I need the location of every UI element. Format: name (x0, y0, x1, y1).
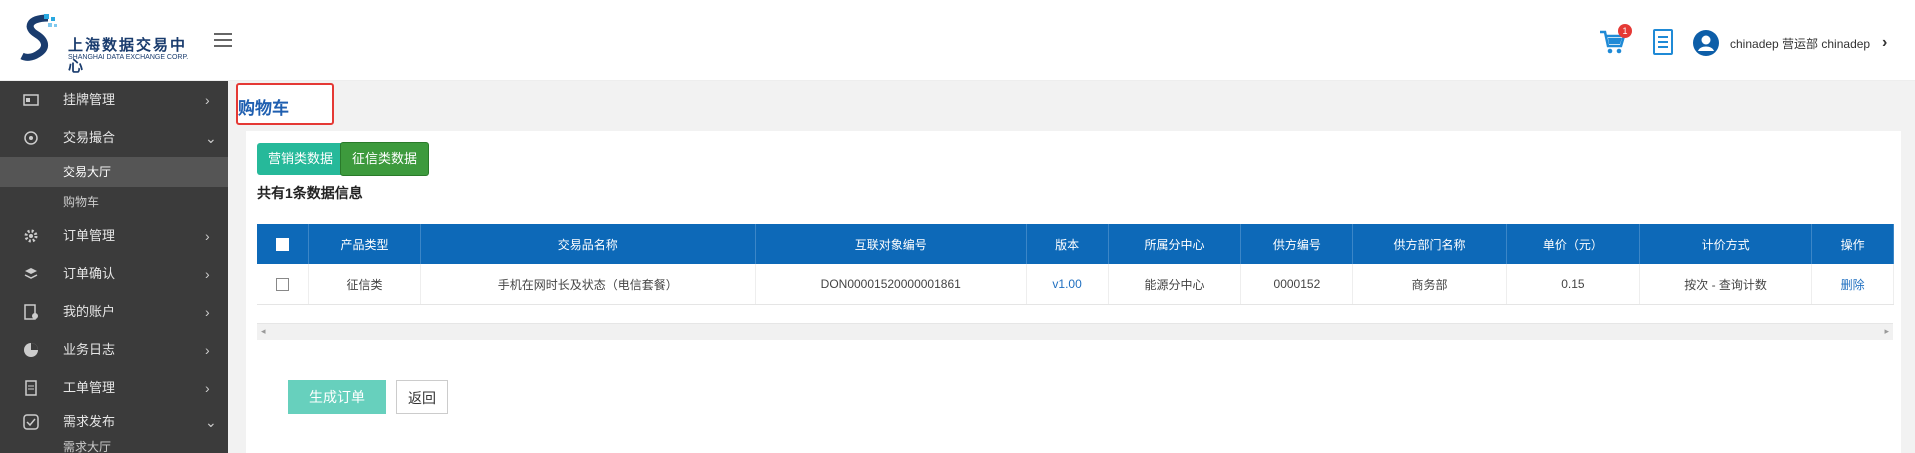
check-icon (23, 414, 39, 430)
scroll-right-icon[interactable]: ▸ (1884, 326, 1889, 337)
chevron-right-icon: › (205, 266, 210, 282)
cell-product-type: 征信类 (308, 264, 421, 305)
cell-unit-price: 0.15 (1506, 264, 1641, 305)
column-header: 计价方式 (1639, 224, 1813, 264)
user-avatar-icon[interactable] (1693, 30, 1719, 56)
cell-pricing-method: 按次 - 查询计数 (1639, 264, 1813, 305)
sidebar-subitem-cart[interactable]: 购物车 (0, 187, 228, 217)
column-header: 操作 (1811, 224, 1894, 264)
sidebar-item-demand[interactable]: 需求发布 ⌄ (0, 407, 228, 437)
logo-text-en: SHANGHAI DATA EXCHANGE CORP. (68, 54, 189, 61)
sidebar-subitem-trade-hall[interactable]: 交易大厅 (0, 157, 228, 187)
column-header: 供方部门名称 (1352, 224, 1507, 264)
column-header: 所属分中心 (1108, 224, 1242, 264)
sidebar: 挂牌管理 › 交易撮合 ⌄ 交易大厅 购物车 订单管理 › 订单确认 › 我的账… (0, 81, 228, 453)
match-icon (24, 131, 38, 145)
chevron-right-icon: › (205, 342, 210, 358)
chevron-down-icon: ⌄ (205, 414, 217, 430)
scroll-left-icon[interactable]: ◂ (261, 326, 266, 337)
category-tabs: 营销类数据 征信类数据 (257, 142, 430, 176)
sidebar-item-listing[interactable]: 挂牌管理 › (0, 81, 228, 119)
sidebar-item-trade[interactable]: 交易撮合 ⌄ (0, 119, 228, 157)
select-all-header (257, 224, 310, 264)
row-select-cell (257, 264, 310, 305)
cart-table: 产品类型 交易品名称 互联对象编号 版本 所属分中心 供方编号 供方部门名称 单… (257, 224, 1894, 305)
column-header: 供方编号 (1240, 224, 1354, 264)
account-icon (24, 304, 38, 320)
gear-icon (24, 229, 38, 243)
logo[interactable]: 上海数据交易中心 SHANGHAI DATA EXCHANGE CORP. (18, 14, 198, 75)
listing-icon (23, 94, 39, 106)
page-title: 购物车 (238, 99, 289, 118)
column-header: 单价（元） (1506, 224, 1641, 264)
cart-button[interactable]: 1 (1598, 24, 1632, 58)
sidebar-item-label: 需求发布 (63, 414, 116, 429)
generate-order-button[interactable]: 生成订单 (288, 380, 386, 414)
horizontal-scrollbar[interactable]: ◂ ▸ (257, 323, 1893, 340)
column-header: 交易品名称 (420, 224, 756, 264)
row-checkbox[interactable] (276, 278, 290, 292)
pie-icon (24, 343, 38, 357)
back-button[interactable]: 返回 (396, 380, 448, 414)
chevron-right-icon: › (205, 304, 210, 320)
sidebar-item-account[interactable]: 我的账户 › (0, 293, 228, 331)
sidebar-item-label: 订单管理 (63, 228, 116, 243)
ticket-icon (25, 380, 37, 396)
confirm-icon (24, 268, 38, 279)
document-icon[interactable] (1652, 29, 1674, 55)
user-name[interactable]: chinadep 营运部 chinadep (1730, 35, 1870, 52)
tab-credit-data[interactable]: 征信类数据 (340, 142, 430, 176)
tab-marketing-data[interactable]: 营销类数据 (257, 143, 345, 175)
sidebar-item-label: 工单管理 (63, 380, 116, 395)
cell-version-link[interactable]: v1.00 (1026, 264, 1109, 305)
sidebar-item-log[interactable]: 业务日志 › (0, 331, 228, 369)
delete-link[interactable]: 删除 (1811, 264, 1894, 305)
cell-object-id: DON00001520000001861 (755, 264, 1027, 305)
top-header: 上海数据交易中心 SHANGHAI DATA EXCHANGE CORP. 1 … (0, 0, 1915, 81)
record-count-summary: 共有1条数据信息 (257, 185, 363, 201)
sidebar-subitem-demand-hall[interactable]: 需求大厅 (0, 437, 228, 453)
chevron-right-icon: › (205, 228, 210, 244)
column-header: 产品类型 (308, 224, 421, 264)
cell-supplier-id: 0000152 (1240, 264, 1354, 305)
cell-subcenter: 能源分中心 (1108, 264, 1242, 305)
sidebar-item-order-confirm[interactable]: 订单确认 › (0, 255, 228, 293)
menu-toggle-icon[interactable] (214, 33, 232, 47)
sidebar-item-tickets[interactable]: 工单管理 › (0, 369, 228, 407)
chevron-right-icon: › (205, 92, 210, 108)
cell-supplier-dept: 商务部 (1352, 264, 1507, 305)
chevron-right-icon: › (205, 380, 210, 396)
sidebar-item-label: 我的账户 (63, 304, 116, 319)
chevron-right-icon[interactable]: › (1882, 34, 1887, 52)
sidebar-item-orders[interactable]: 订单管理 › (0, 217, 228, 255)
sidebar-item-label: 业务日志 (63, 342, 116, 357)
cell-product-name: 手机在网时长及状态（电信套餐） (420, 264, 756, 305)
sidebar-item-label: 订单确认 (63, 266, 116, 281)
table-row: 征信类 手机在网时长及状态（电信套餐） DON00001520000001861… (257, 264, 1894, 305)
sidebar-item-label: 交易撮合 (63, 130, 116, 145)
column-header: 版本 (1026, 224, 1109, 264)
chevron-down-icon: ⌄ (205, 130, 217, 146)
table-header-row: 产品类型 交易品名称 互联对象编号 版本 所属分中心 供方编号 供方部门名称 单… (257, 224, 1894, 264)
logo-mark-icon (20, 14, 57, 61)
sidebar-item-label: 挂牌管理 (63, 92, 116, 107)
cart-count-badge: 1 (1618, 24, 1632, 38)
column-header: 互联对象编号 (755, 224, 1027, 264)
select-all-checkbox[interactable] (276, 238, 290, 252)
